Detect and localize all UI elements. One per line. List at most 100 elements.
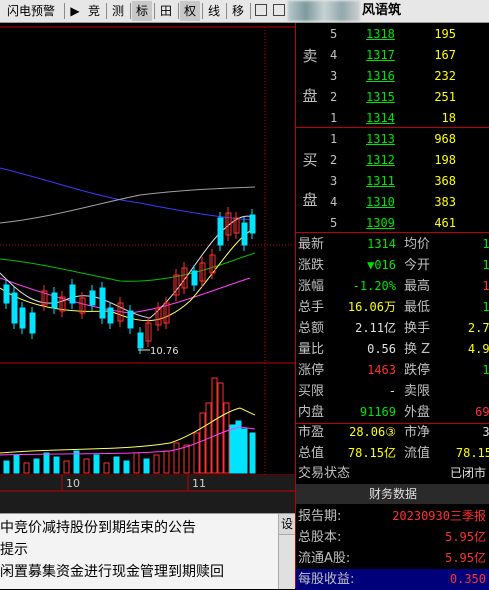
toolbar-divider — [178, 3, 179, 19]
trade-status-label: 交易状态 — [298, 466, 351, 481]
quote-label: 内盘 — [298, 405, 325, 420]
financial-row: 总股本: 5.95亿 — [296, 527, 489, 548]
toolbar-btn-quan[interactable]: 权 — [180, 1, 200, 21]
news-item[interactable]: 提示 — [0, 540, 28, 561]
quote-value: 78.15亿 — [347, 446, 396, 460]
quote-value: 131 — [482, 237, 489, 251]
sell-volume: 251 — [434, 90, 456, 104]
quote-label: 量比 — [298, 342, 325, 357]
quote-value: 132 — [482, 258, 489, 272]
buy-volume: 461 — [434, 216, 456, 230]
candle-body — [127, 310, 134, 329]
toolbar-btn-jing[interactable]: 竞 — [84, 1, 104, 21]
candle-body — [107, 307, 114, 324]
news-settings-button[interactable]: 设 — [279, 514, 295, 535]
ma-line-yellow — [0, 227, 256, 322]
kline-chart[interactable]: 10.76 10 11 — [0, 23, 295, 513]
toolbar-btn-biao[interactable]: 标 — [132, 1, 152, 21]
sell-level-row[interactable]: 5 1318 195 — [296, 24, 489, 45]
quote-row: 买限 - 卖限 — [296, 381, 489, 402]
news-item[interactable]: 中竞价减持股份到期结束的公告 — [0, 518, 196, 539]
sell-volume: 167 — [434, 48, 456, 62]
quote-label: 总手 — [298, 300, 325, 315]
volume-bar — [183, 444, 190, 474]
quote-label: 今开 — [404, 258, 431, 273]
volume-bar — [103, 462, 110, 474]
sell-level-row[interactable]: 4 1317 167 — [296, 45, 489, 66]
news-panel: 中竞价减持股份到期结束的公告 提示 闲置募集资金进行现金管理到期赎回 设 — [0, 513, 295, 589]
candle-body — [3, 284, 10, 304]
trade-status-row: 交易状态 已闭市 — [296, 463, 489, 484]
toolbar-btn-xian[interactable]: 线 — [204, 1, 224, 21]
buy-level-row[interactable]: 2 1312 198 — [296, 150, 489, 171]
news-item[interactable]: 闲置募集资金进行现金管理到期赎回 — [0, 562, 224, 583]
volume-bar — [241, 428, 248, 474]
quote-label: 流值 — [404, 446, 431, 461]
volume-bar — [163, 450, 170, 474]
quote-label: 最低 — [404, 300, 431, 315]
financial-data-tab[interactable]: 财务数据 — [296, 484, 489, 504]
sell-price: 1318 — [366, 27, 395, 41]
buy-level-row[interactable]: 5 1309 461 — [296, 213, 489, 234]
quote-value: 1463 — [367, 363, 396, 377]
window-icon[interactable] — [255, 4, 267, 16]
candle-body — [249, 214, 256, 234]
buy-level-row[interactable]: 3 1311 368 — [296, 171, 489, 192]
quote-value: 6939 — [475, 405, 489, 419]
candle-body — [51, 292, 58, 309]
financial-value: 0.350 — [449, 572, 486, 586]
chart-timeline — [0, 475, 295, 513]
sell-price: 1317 — [366, 48, 395, 62]
volume-bar — [143, 458, 150, 474]
buy-price: 1309 — [366, 216, 395, 230]
quote-value: 3.3 — [482, 425, 489, 439]
quote-label: 最新 — [298, 237, 325, 252]
quote-label: 跌停 — [404, 363, 431, 378]
toolbar-btn-ce[interactable]: 测 — [108, 1, 128, 21]
quote-row: 量比 0.56 换 Z 4.90% — [296, 339, 489, 360]
quote-label: 外盘 — [404, 405, 431, 420]
quote-label: 总额 — [298, 321, 325, 336]
quote-row: 总手 16.06万最低 130 — [296, 297, 489, 318]
buy-level-row[interactable]: 4 1310 383 — [296, 192, 489, 213]
toolbar-btn-yi[interactable]: 移 — [228, 1, 248, 21]
quote-value: 133 — [482, 279, 489, 293]
quote-value: 1314 — [367, 237, 396, 251]
quote-value: 0.56 — [367, 342, 396, 356]
layout-icon[interactable] — [273, 4, 285, 16]
volume-bar — [229, 424, 236, 474]
financial-label: 每股收益: — [298, 572, 355, 587]
lightning-alert-button[interactable]: 闪电预警 — [2, 1, 60, 21]
volume-bar — [53, 456, 60, 474]
volume-bar — [23, 462, 30, 474]
toolbar-divider — [202, 3, 203, 19]
quote-label: 涨跌 — [298, 258, 325, 273]
sell-level-row[interactable]: 2 1315 251 — [296, 87, 489, 108]
volume-bar — [43, 452, 50, 474]
valuation-row: 总值78.15亿流值78.15亿 — [296, 443, 489, 464]
volume-bar — [173, 442, 180, 474]
sell-price: 1316 — [366, 69, 395, 83]
sell-level: 3 — [330, 69, 338, 83]
buy-level-row[interactable]: 1 1313 968 — [296, 129, 489, 150]
buy-level: 3 — [330, 174, 338, 188]
quote-value: 16.06万 — [347, 300, 396, 314]
financial-value: 20230930三季报 — [392, 509, 486, 523]
quote-label: 涨停 — [298, 363, 325, 378]
toolbar-btn-grid[interactable]: 田 — [156, 1, 176, 21]
quote-value: 2.70% — [467, 321, 489, 335]
volume-bar — [153, 454, 160, 474]
play-icon[interactable]: ▶ — [68, 1, 82, 21]
candle-body — [29, 312, 36, 334]
volume-bar — [83, 458, 90, 474]
sell-volume: 18 — [441, 111, 456, 125]
quote-label: 卖限 — [404, 384, 431, 399]
month-label: 10 — [66, 477, 80, 490]
financial-row: 每股收益: 0.350 — [296, 569, 489, 590]
sell-level-row[interactable]: 1 1314 18 — [296, 108, 489, 129]
sell-level-row[interactable]: 3 1316 232 — [296, 66, 489, 87]
financial-label: 报告期: — [298, 509, 342, 524]
buy-level: 5 — [330, 216, 338, 230]
kline-chart-panel[interactable]: 10.76 10 11 — [0, 23, 295, 513]
financial-row: 流通A股: 5.95亿 — [296, 548, 489, 569]
